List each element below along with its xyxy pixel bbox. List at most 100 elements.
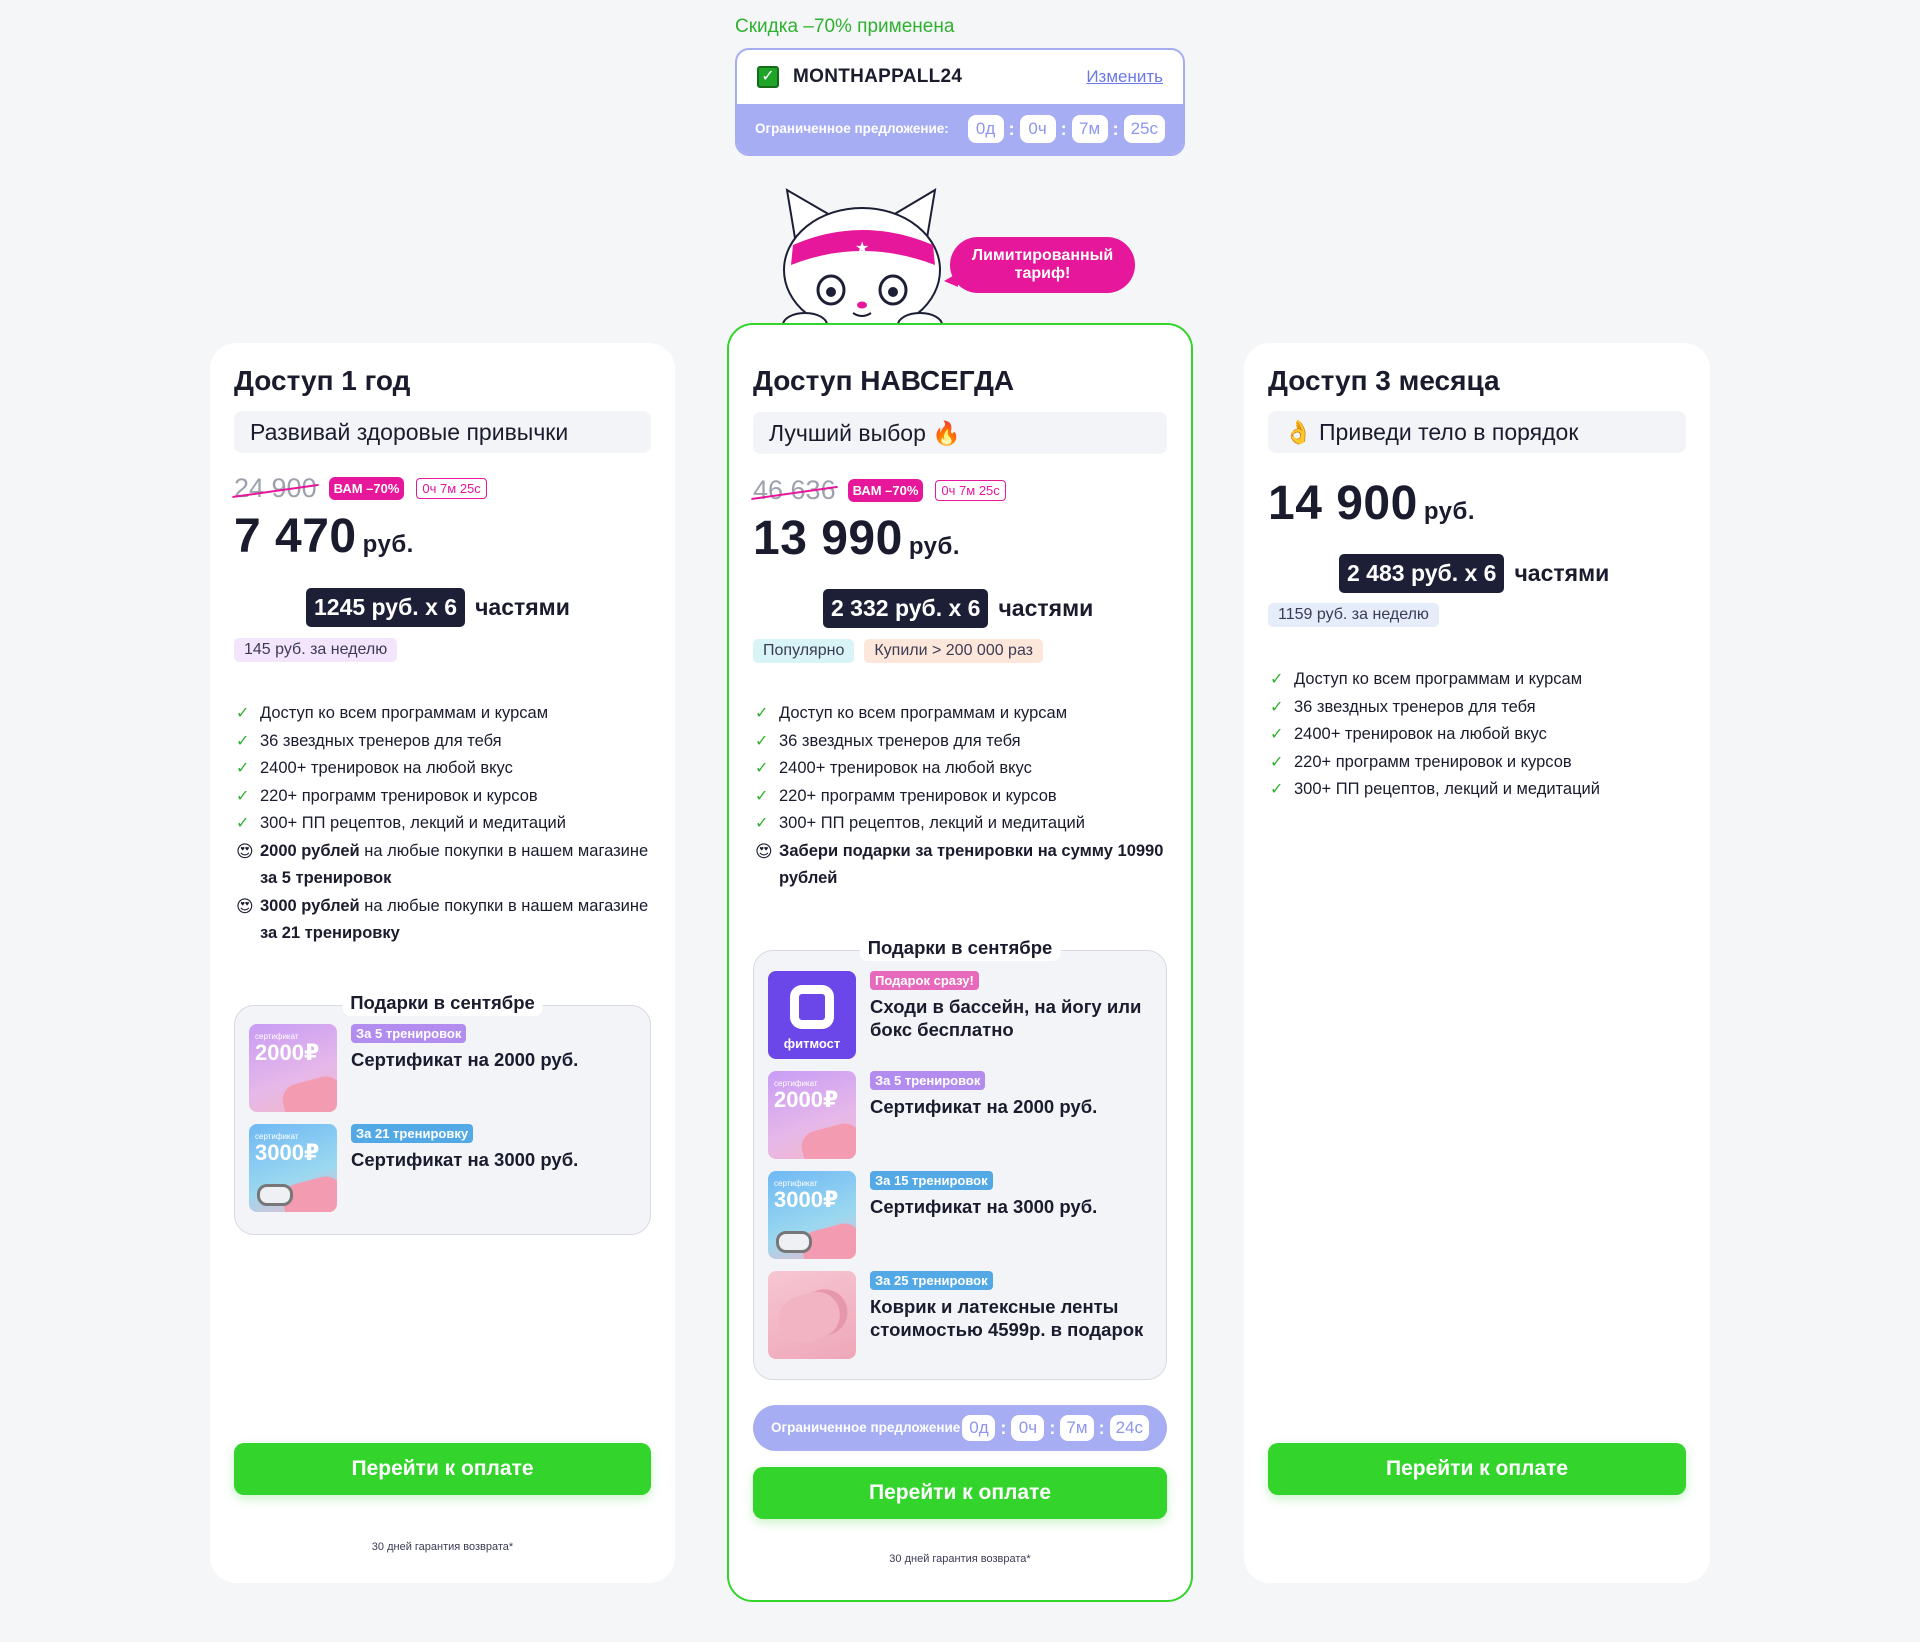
- timer-seconds: 25с: [1123, 115, 1165, 143]
- feature-item: ✓ 220+ программ тренировок и курсов: [236, 783, 651, 811]
- check-icon: ✓: [755, 760, 769, 777]
- gift-tag: За 5 тренировок: [870, 1071, 986, 1090]
- gift-item: сертификат 2000₽ За 5 тренировок Сертифика…: [768, 1071, 1156, 1159]
- timer-days: 0д: [967, 115, 1004, 143]
- installment-row: 2 332 руб. x 6 частями: [823, 589, 1093, 628]
- gift-item: сертификат 2000₽ За 5 тренировок Сертифика…: [249, 1024, 640, 1112]
- guarantee-text: 30 дней гарантия возврата*: [371, 1541, 514, 1553]
- plan-title: Доступ НАВСЕГДА: [753, 365, 1015, 396]
- feature-list: ✓ Доступ ко всем программам и курсам ✓ 36 …: [1270, 666, 1686, 804]
- gift-text: Сертификат на 3000 руб.: [351, 1149, 579, 1170]
- timer-minutes: 7м: [1071, 115, 1108, 143]
- heart-eyes-emoji-icon: 😍: [236, 896, 254, 916]
- bonus-item: 😍 3000 рублей на любые покупки в нашем ма…: [236, 893, 651, 948]
- installment-suffix: частями: [998, 595, 1094, 621]
- heart-eyes-emoji-icon: 😍: [755, 841, 773, 861]
- check-icon: ✓: [1270, 781, 1284, 798]
- promo-change-link[interactable]: Изменить: [1086, 67, 1163, 87]
- plan-card-forever: Доступ НАВСЕГДА Лучший выбор 🔥 46 636 ВА…: [727, 323, 1193, 1602]
- discount-badge: ВАМ –70%: [328, 477, 405, 500]
- timer-hours: 0ч: [1019, 115, 1056, 143]
- pay-button[interactable]: Перейти к оплате: [1268, 1443, 1686, 1495]
- timer-minutes: 7м: [1060, 1415, 1094, 1441]
- timer-days: 0д: [962, 1415, 996, 1441]
- gift-text: Сертификат на 2000 руб.: [351, 1049, 579, 1070]
- check-icon: ✓: [1270, 671, 1284, 688]
- timer-label: Ограниченное предложение:: [755, 121, 949, 136]
- feature-item: ✓ 300+ ПП рецептов, лекций и медитаций: [236, 810, 651, 838]
- check-icon: ✓: [236, 732, 250, 750]
- check-icon: ✓: [755, 815, 769, 832]
- check-icon: ✓: [236, 760, 250, 777]
- gift-text: Сходи в бассейн, на йогу или бокс беспла…: [870, 996, 1142, 1040]
- gifts-title: Подарки в сентябре: [859, 935, 1061, 961]
- discount-badge: ВАМ –70%: [847, 479, 924, 502]
- installment-row: 1245 руб. x 6 частями: [306, 588, 570, 627]
- installment-amount: 1245 руб. x 6: [306, 588, 466, 627]
- popular-chip: Популярно: [753, 639, 855, 663]
- fitmost-logo-image: фитмост: [768, 971, 856, 1059]
- check-icon: ✓: [236, 705, 250, 722]
- promo-applied-text: Скидка –70% применена: [735, 16, 955, 37]
- timer-seconds: 24с: [1109, 1415, 1149, 1441]
- check-icon: ✓: [755, 732, 769, 750]
- weekly-price-chip: 1159 руб. за неделю: [1268, 603, 1439, 627]
- feature-list: ✓ Доступ ко всем программам и курсам ✓ 36 …: [755, 700, 1167, 893]
- certificate-3000-image: сертификат 3000₽: [249, 1124, 337, 1212]
- price: 13 990 руб.: [753, 511, 960, 566]
- old-price-row: 24 900 ВАМ –70% 0ч 7м 25с: [234, 473, 487, 504]
- plan-card-1-year: Доступ 1 год Развивай здоровые привычки …: [210, 343, 675, 1583]
- gifts-panel: Подарки в сентябре фитмост Подарок сразу…: [753, 935, 1167, 1380]
- feature-item: ✓ 300+ ПП рецептов, лекций и медитаций: [755, 810, 1167, 838]
- weekly-row: 145 руб. за неделю: [234, 638, 398, 662]
- price: 7 470 руб.: [234, 509, 414, 564]
- timer-hours: 0ч: [1011, 1415, 1045, 1441]
- card-timer-bar: Ограниченное предложение 0д: 0ч: 7м: 24с: [753, 1405, 1167, 1451]
- weekly-price-chip: 145 руб. за неделю: [234, 638, 398, 662]
- svg-text:★: ★: [855, 238, 869, 257]
- bunny-mascot-image: ★: [782, 188, 943, 338]
- gift-item: фитмост Подарок сразу! Сходи в бассейн, н…: [768, 971, 1156, 1059]
- limited-plan-bubble: Лимитированный тариф!: [944, 237, 1135, 293]
- pay-button[interactable]: Перейти к оплате: [753, 1467, 1167, 1519]
- installment-suffix: частями: [1514, 560, 1610, 586]
- old-price-row: 46 636 ВАМ –70% 0ч 7м 25с: [753, 475, 1006, 506]
- plan-title: Доступ 1 год: [234, 365, 411, 396]
- feature-item: ✓ 2400+ тренировок на любой вкус: [236, 755, 651, 783]
- check-icon: ✓: [757, 66, 779, 88]
- gifts-panel: Подарки в сентябре сертификат 2000₽ За 5 …: [234, 990, 651, 1235]
- gift-text: Сертификат на 3000 руб.: [870, 1196, 1098, 1217]
- feature-list: ✓ Доступ ко всем программам и курсам ✓ 36 …: [236, 700, 651, 948]
- timer-cells: 0д: 0ч: 7м: 25с: [967, 115, 1165, 143]
- feature-item: ✓ 2400+ тренировок на любой вкус: [755, 755, 1167, 783]
- gift-item: сертификат 3000₽ За 21 тренировку Сертифик…: [249, 1124, 640, 1212]
- gift-item: За 25 тренировок Коврик и латексные ленты…: [768, 1271, 1156, 1359]
- installment-amount: 2 332 руб. x 6: [823, 589, 989, 628]
- check-icon: ✓: [755, 787, 769, 805]
- check-icon: ✓: [236, 787, 250, 805]
- feature-item: ✓ 2400+ тренировок на любой вкус: [1270, 721, 1686, 749]
- old-price: 46 636: [753, 475, 836, 505]
- feature-item: ✓ 36 звездных тренеров для тебя: [236, 728, 651, 756]
- feature-item: ✓ 220+ программ тренировок и курсов: [755, 783, 1167, 811]
- feature-item: ✓ 300+ ПП рецептов, лекций и медитаций: [1270, 776, 1686, 804]
- gift-text: Сертификат на 2000 руб.: [870, 1096, 1098, 1117]
- installment-amount: 2 483 руб. x 6: [1339, 554, 1505, 593]
- feature-item: ✓ Доступ ко всем программам и курсам: [755, 700, 1167, 728]
- plan-subtitle: Развивай здоровые привычки: [234, 411, 651, 453]
- gift-tag: За 15 тренировок: [870, 1171, 993, 1190]
- check-icon: ✓: [1270, 753, 1284, 771]
- countdown-badge: 0ч 7м 25с: [416, 478, 487, 499]
- timer-cells: 0д: 0ч: 7м: 24с: [962, 1415, 1149, 1441]
- installment-row: 2 483 руб. x 6 частями: [1339, 554, 1609, 593]
- gift-tag: За 25 тренировок: [870, 1271, 993, 1290]
- feature-item: ✓ Доступ ко всем программам и курсам: [1270, 666, 1686, 694]
- bonus-item: 😍 2000 рублей на любые покупки в нашем ма…: [236, 838, 651, 893]
- yoga-mat-image: [768, 1271, 856, 1359]
- plan-subtitle: Лучший выбор 🔥: [753, 412, 1167, 454]
- price: 14 900 руб.: [1268, 476, 1475, 531]
- check-icon: ✓: [1270, 726, 1284, 743]
- promo-code-row: ✓ MONTHAPPALL24 Изменить: [737, 50, 1183, 104]
- pay-button[interactable]: Перейти к оплате: [234, 1443, 651, 1495]
- price-value: 13 990: [753, 512, 903, 565]
